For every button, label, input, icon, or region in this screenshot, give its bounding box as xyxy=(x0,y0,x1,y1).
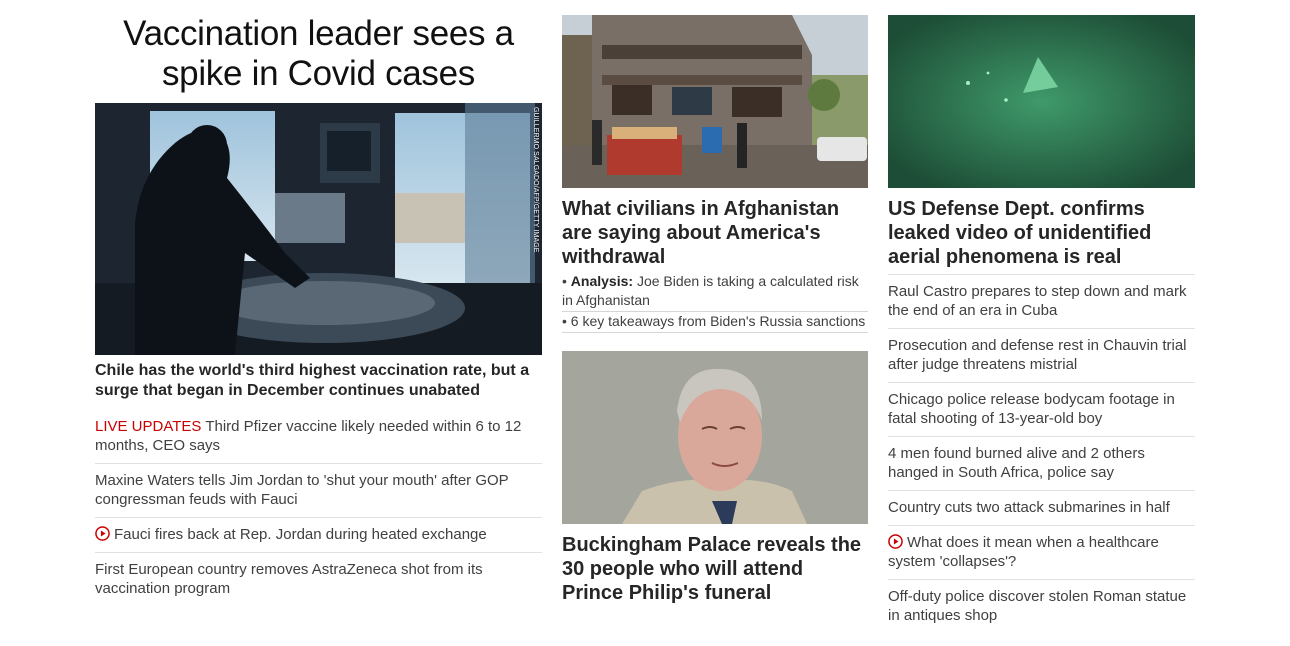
lead-story-title[interactable]: Chile has the world's third highest vacc… xyxy=(95,361,542,401)
ufo-story-title[interactable]: US Defense Dept. confirms leaked video o… xyxy=(888,197,1195,269)
prince-philip-image[interactable] xyxy=(562,351,868,524)
list-item-text: Country cuts two attack submarines in ha… xyxy=(888,499,1170,516)
list-item-text: Maxine Waters tells Jim Jordan to 'shut … xyxy=(95,472,509,508)
ufo-video-image[interactable] xyxy=(888,15,1195,188)
related-link[interactable]: • Analysis: Joe Biden is taking a calcul… xyxy=(562,272,868,312)
related-link[interactable]: • 6 key takeaways from Biden's Russia sa… xyxy=(562,312,868,333)
list-item[interactable]: Raul Castro prepares to step down and ma… xyxy=(888,274,1195,328)
list-item[interactable]: What does it mean when a healthcare syst… xyxy=(888,525,1195,579)
list-item-text: 4 men found burned alive and 2 others ha… xyxy=(888,445,1145,481)
list-item-text: Chicago police release bodycam footage i… xyxy=(888,391,1175,427)
play-icon xyxy=(888,534,903,549)
live-updates-tag: LIVE UPDATES xyxy=(95,418,202,435)
prince-philip-story-title[interactable]: Buckingham Palace reveals the 30 people … xyxy=(562,533,868,605)
afghanistan-related-links: • Analysis: Joe Biden is taking a calcul… xyxy=(562,272,868,333)
list-item-text: Prosecution and defense rest in Chauvin … xyxy=(888,337,1187,373)
image-credit: GUILLERMO SALGADO/AFP/GETTY IMAGES xyxy=(532,107,539,253)
list-item[interactable]: First European country removes AstraZene… xyxy=(95,552,542,606)
list-item[interactable]: Chicago police release bodycam footage i… xyxy=(888,382,1195,436)
related-link-text: 6 key takeaways from Biden's Russia sanc… xyxy=(570,313,866,329)
list-item-text: Fauci fires back at Rep. Jordan during h… xyxy=(114,526,487,543)
col1-story-list: LIVE UPDATES Third Pfizer vaccine likely… xyxy=(95,417,542,606)
list-item[interactable]: Fauci fires back at Rep. Jordan during h… xyxy=(95,517,542,552)
analysis-label: Analysis: xyxy=(570,273,634,289)
main-headline[interactable]: Vaccination leader sees a spike in Covid… xyxy=(95,14,542,94)
hospital-image[interactable]: GUILLERMO SALGADO/AFP/GETTY IMAGES xyxy=(95,103,542,355)
list-item[interactable]: 4 men found burned alive and 2 others ha… xyxy=(888,436,1195,490)
col3-story-list: Raul Castro prepares to step down and ma… xyxy=(888,274,1195,633)
play-icon xyxy=(95,526,110,541)
list-item-text: What does it mean when a healthcare syst… xyxy=(888,534,1159,570)
list-item[interactable]: Country cuts two attack submarines in ha… xyxy=(888,490,1195,525)
afghanistan-street-image[interactable] xyxy=(562,15,868,188)
list-item[interactable]: Off-duty police discover stolen Roman st… xyxy=(888,579,1195,633)
list-item-text: First European country removes AstraZene… xyxy=(95,561,483,597)
list-item-text: Off-duty police discover stolen Roman st… xyxy=(888,588,1187,624)
list-item[interactable]: Maxine Waters tells Jim Jordan to 'shut … xyxy=(95,463,542,517)
list-item[interactable]: LIVE UPDATES Third Pfizer vaccine likely… xyxy=(95,417,542,463)
afghanistan-story-title[interactable]: What civilians in Afghanistan are saying… xyxy=(562,197,868,269)
list-item-text: Raul Castro prepares to step down and ma… xyxy=(888,283,1187,319)
list-item[interactable]: Prosecution and defense rest in Chauvin … xyxy=(888,328,1195,382)
